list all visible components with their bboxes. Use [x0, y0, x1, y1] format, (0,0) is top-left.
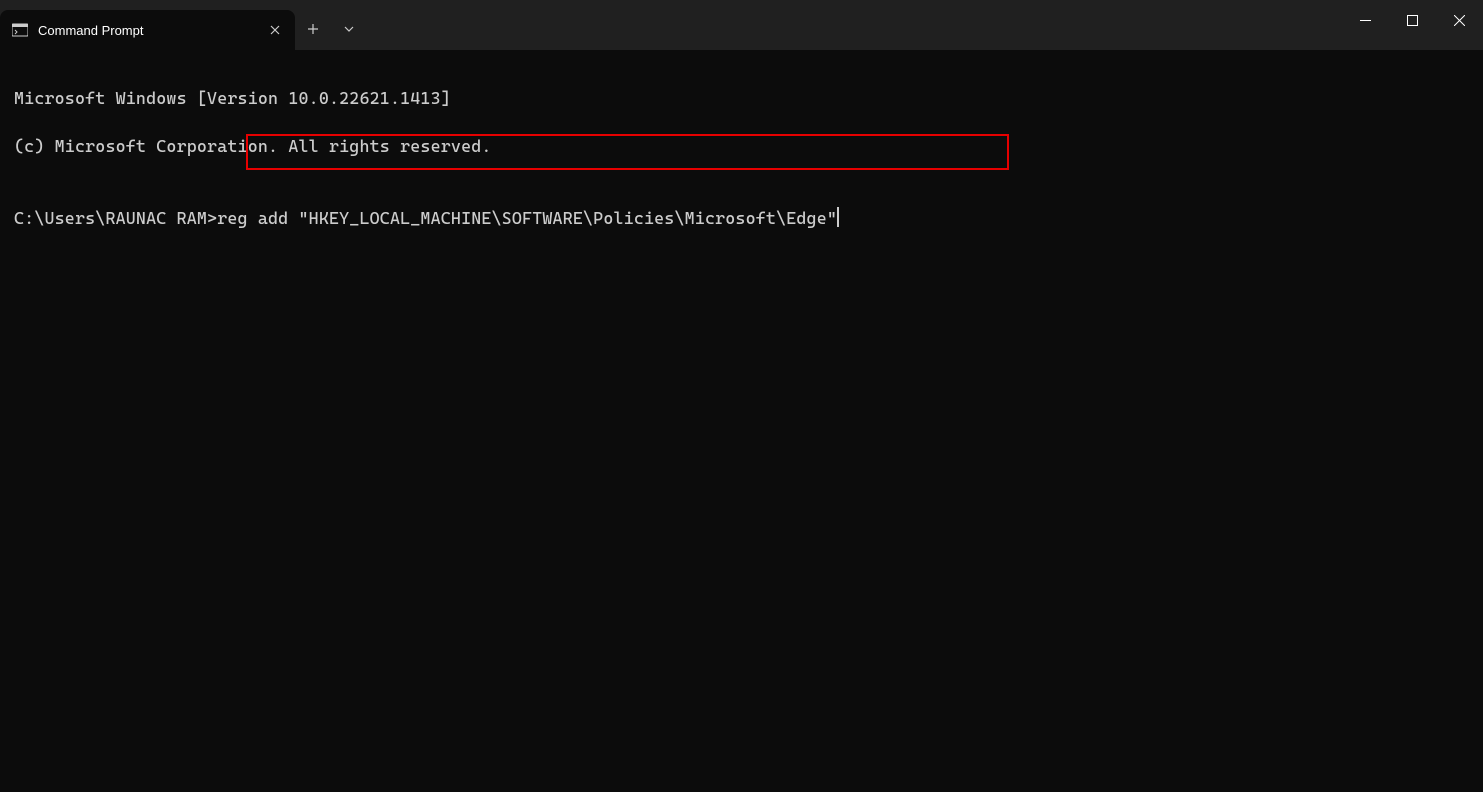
terminal-output[interactable]: Microsoft Windows [Version 10.0.22621.14…: [0, 50, 1483, 266]
terminal-prompt-line: C:\Users\RAUNAC RAM>reg add "HKEY_LOCAL_…: [14, 206, 1469, 230]
tab-dropdown-button[interactable]: [331, 11, 367, 47]
cursor-icon: [837, 207, 839, 227]
window-controls: [1342, 0, 1483, 40]
terminal-line: Microsoft Windows [Version 10.0.22621.14…: [14, 86, 1469, 110]
maximize-button[interactable]: [1389, 0, 1436, 40]
tab-actions: [295, 0, 367, 50]
terminal-command: reg add "HKEY_LOCAL_MACHINE\SOFTWARE\Pol…: [217, 208, 837, 228]
terminal-line: (c) Microsoft Corporation. All rights re…: [14, 134, 1469, 158]
terminal-prompt: C:\Users\RAUNAC RAM>: [14, 208, 217, 228]
terminal-icon: [12, 22, 28, 38]
tab-command-prompt[interactable]: Command Prompt: [0, 10, 295, 50]
titlebar: Command Prompt: [0, 0, 1483, 50]
minimize-button[interactable]: [1342, 0, 1389, 40]
tab-title: Command Prompt: [38, 23, 255, 38]
titlebar-drag-area[interactable]: [367, 0, 1342, 50]
close-tab-button[interactable]: [265, 20, 285, 40]
close-window-button[interactable]: [1436, 0, 1483, 40]
new-tab-button[interactable]: [295, 11, 331, 47]
